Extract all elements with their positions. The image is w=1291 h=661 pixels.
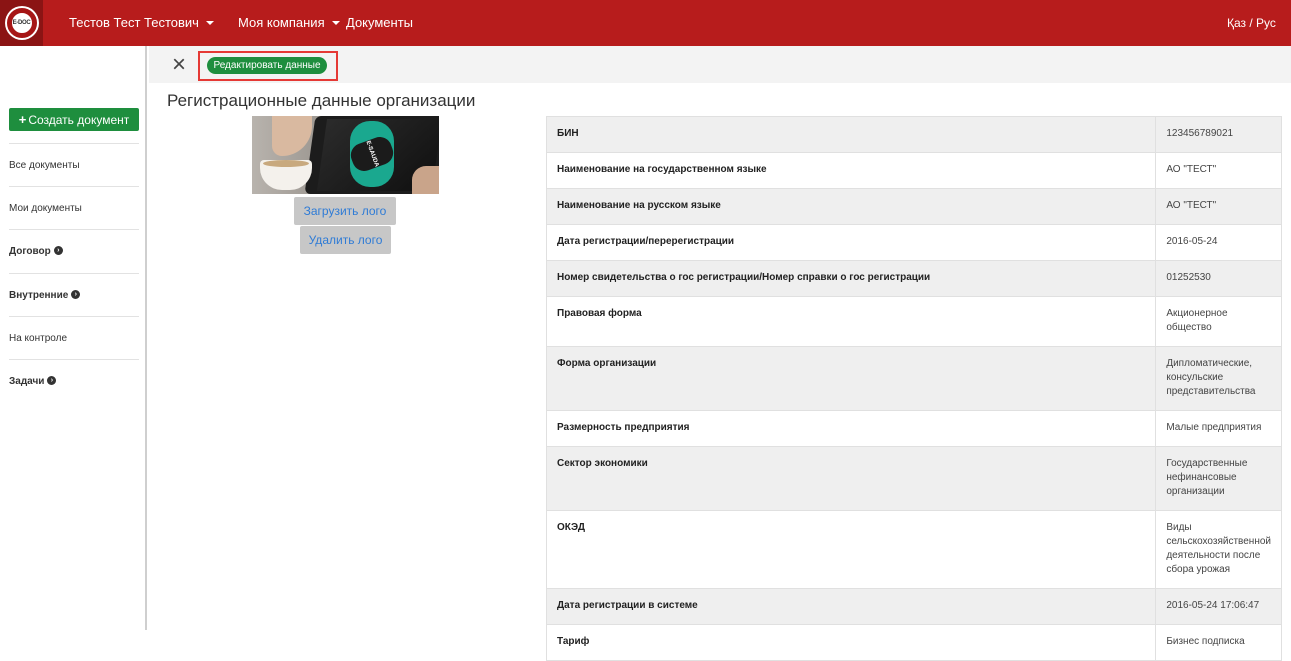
top-navbar: E-DOC Тестов Тест Тестович Моя компания … (0, 0, 1291, 46)
sidebar-item-internal[interactable]: Внутренние › (9, 289, 139, 301)
field-label: Номер свидетельства о гос регистрации/Но… (545, 260, 1157, 297)
chevron-right-circle-icon: › (47, 375, 57, 385)
company-menu-label: Моя компания (238, 15, 325, 30)
sidebar-item-label: Внутренние (9, 290, 69, 301)
table-row: Дата регистрации в системе 2016-05-24 17:… (545, 588, 1282, 625)
chevron-right-circle-icon: › (53, 245, 63, 255)
table-row: Дата регистрации/перерегистрации 2016-05-… (545, 224, 1282, 261)
delete-logo-button[interactable]: Удалить лого (300, 226, 391, 254)
field-value: Дипломатические, консульские представите… (1155, 346, 1282, 411)
language-switch[interactable]: Қаз / Рус (1227, 0, 1276, 46)
field-value: 01252530 (1155, 260, 1282, 297)
gear-logo-icon: E-DOC (6, 8, 37, 38)
sidebar-item-my-documents[interactable]: Мои документы (9, 203, 139, 214)
field-value: 2016-05-24 17:06:47 (1155, 588, 1282, 625)
table-row: Форма организации Дипломатические, консул… (545, 346, 1282, 411)
field-value: Виды сельскохозяйственной деятельности п… (1155, 510, 1282, 589)
documents-link[interactable]: Документы (346, 0, 413, 46)
field-label: Дата регистрации/перерегистрации (545, 224, 1157, 261)
divider (9, 316, 139, 317)
divider (9, 359, 139, 360)
divider (9, 273, 139, 274)
table-row: БИН 123456789021 (545, 116, 1282, 153)
logo-text: E-DOC (12, 20, 31, 26)
caret-down-icon (205, 20, 214, 25)
field-label: Наименование на государственном языке (545, 152, 1157, 189)
divider (9, 186, 139, 187)
field-value: АО "ТЕСТ" (1155, 152, 1282, 189)
upload-logo-button[interactable]: Загрузить лого (294, 197, 396, 225)
table-row: Наименование на государственном языке АО … (545, 152, 1282, 189)
divider (9, 229, 139, 230)
field-label: Размерность предприятия (545, 410, 1157, 447)
app-logo[interactable]: E-DOC (0, 0, 43, 46)
sidebar-item-tasks[interactable]: Задачи › (9, 375, 139, 387)
field-label: Сектор экономики (545, 446, 1157, 511)
field-value: АО "ТЕСТ" (1155, 188, 1282, 225)
sidebar-item-label: Задачи (9, 376, 45, 387)
table-row: Номер свидетельства о гос регистрации/Но… (545, 260, 1282, 297)
sidebar-item-contract[interactable]: Договор › (9, 245, 139, 257)
sidebar-item-on-control[interactable]: На контроле (9, 333, 139, 344)
field-value: Государственные нефинансовые организации (1155, 446, 1282, 511)
field-label: Наименование на русском языке (545, 188, 1157, 225)
field-value: 123456789021 (1155, 116, 1282, 153)
field-label: Дата регистрации в системе (545, 588, 1157, 625)
field-value: Акционерное общество (1155, 296, 1282, 347)
create-document-label: Создать документ (28, 113, 130, 127)
caret-down-icon (331, 20, 340, 25)
field-label: Форма организации (545, 346, 1157, 411)
company-logo-image: E-SAUDA (252, 116, 439, 194)
table-row: Правовая форма Акционерное общество (545, 296, 1282, 347)
field-label: БИН (545, 116, 1157, 153)
field-label: Правовая форма (545, 296, 1157, 347)
field-label: ОКЭД (545, 510, 1157, 589)
user-menu[interactable]: Тестов Тест Тестович (69, 0, 214, 46)
table-row: Сектор экономики Государственные нефинанс… (545, 446, 1282, 511)
sidebar-item-all-documents[interactable]: Все документы (9, 160, 139, 171)
sidebar-item-label: Договор (9, 246, 51, 257)
field-value: 2016-05-24 (1155, 224, 1282, 261)
plus-icon: + (18, 112, 27, 127)
create-document-button[interactable]: + Создать документ (9, 108, 139, 131)
table-row: ОКЭД Виды сельскохозяйственной деятельнос… (545, 510, 1282, 589)
close-icon[interactable]: × (169, 53, 189, 77)
table-row: Размерность предприятия Малые предприятия (545, 410, 1282, 447)
page-title: Регистрационные данные организации (167, 91, 476, 110)
divider (9, 143, 139, 144)
chevron-right-circle-icon: › (71, 289, 81, 299)
registration-data-table: БИН 123456789021 Наименование на государст… (545, 116, 1282, 661)
user-menu-label: Тестов Тест Тестович (69, 15, 199, 30)
company-menu[interactable]: Моя компания (238, 0, 340, 46)
field-value: Малые предприятия (1155, 410, 1282, 447)
edit-data-button[interactable]: Редактировать данные (207, 57, 327, 74)
table-row: Наименование на русском языке АО "ТЕСТ" (545, 188, 1282, 225)
